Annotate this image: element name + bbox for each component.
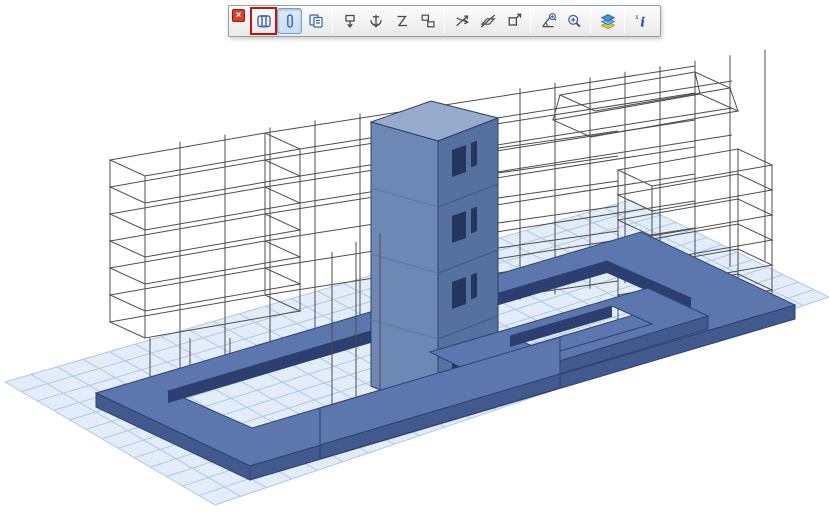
- svg-text:x: x: [635, 14, 639, 21]
- copy-settings-icon: [307, 12, 325, 30]
- layer-settings-button[interactable]: [595, 8, 620, 34]
- toolbar-separator: [624, 9, 625, 33]
- beam-profile-icon: [393, 12, 411, 30]
- anchor-pin-icon: [367, 12, 385, 30]
- floating-toolbar: ×: [228, 5, 661, 37]
- protractor-magnifier-icon: [539, 12, 557, 30]
- layers-icon: [599, 12, 617, 30]
- pick-up-settings-button[interactable]: [303, 8, 328, 34]
- skew-move-button[interactable]: [449, 8, 474, 34]
- box-pin-icon: [341, 12, 359, 30]
- offset-elevation-button[interactable]: [501, 8, 526, 34]
- column-icon: [281, 12, 299, 30]
- element-info-button[interactable]: x i: [629, 8, 654, 34]
- door-icon: [255, 12, 273, 30]
- toolbar-separator: [332, 9, 333, 33]
- column-tool-button[interactable]: [277, 8, 302, 34]
- cross-arrows-icon: [453, 12, 471, 30]
- close-button[interactable]: ×: [232, 9, 245, 22]
- toolbar-separator: [590, 9, 591, 33]
- gravitate-to-slab-button[interactable]: [337, 8, 362, 34]
- tilted-plane-button[interactable]: [475, 8, 500, 34]
- magnifier-plus-icon: [565, 12, 583, 30]
- slashed-plane-icon: [479, 12, 497, 30]
- info-icon: x i: [633, 12, 651, 30]
- box-arrow-icon: [505, 12, 523, 30]
- gravitate-anchor-button[interactable]: [363, 8, 388, 34]
- model-viewport[interactable]: [0, 0, 829, 519]
- door-tool-button[interactable]: [251, 8, 276, 34]
- stacked-boxes-icon: [419, 12, 437, 30]
- gravitate-to-beam-button[interactable]: [389, 8, 414, 34]
- toolbar-separator: [444, 9, 445, 33]
- gravitate-to-mesh-button[interactable]: [415, 8, 440, 34]
- svg-text:i: i: [640, 15, 645, 30]
- toolbar-separator: [530, 9, 531, 33]
- app-window: ×: [0, 0, 829, 519]
- zoom-in-button[interactable]: [561, 8, 586, 34]
- angle-measure-zoom-button[interactable]: [535, 8, 560, 34]
